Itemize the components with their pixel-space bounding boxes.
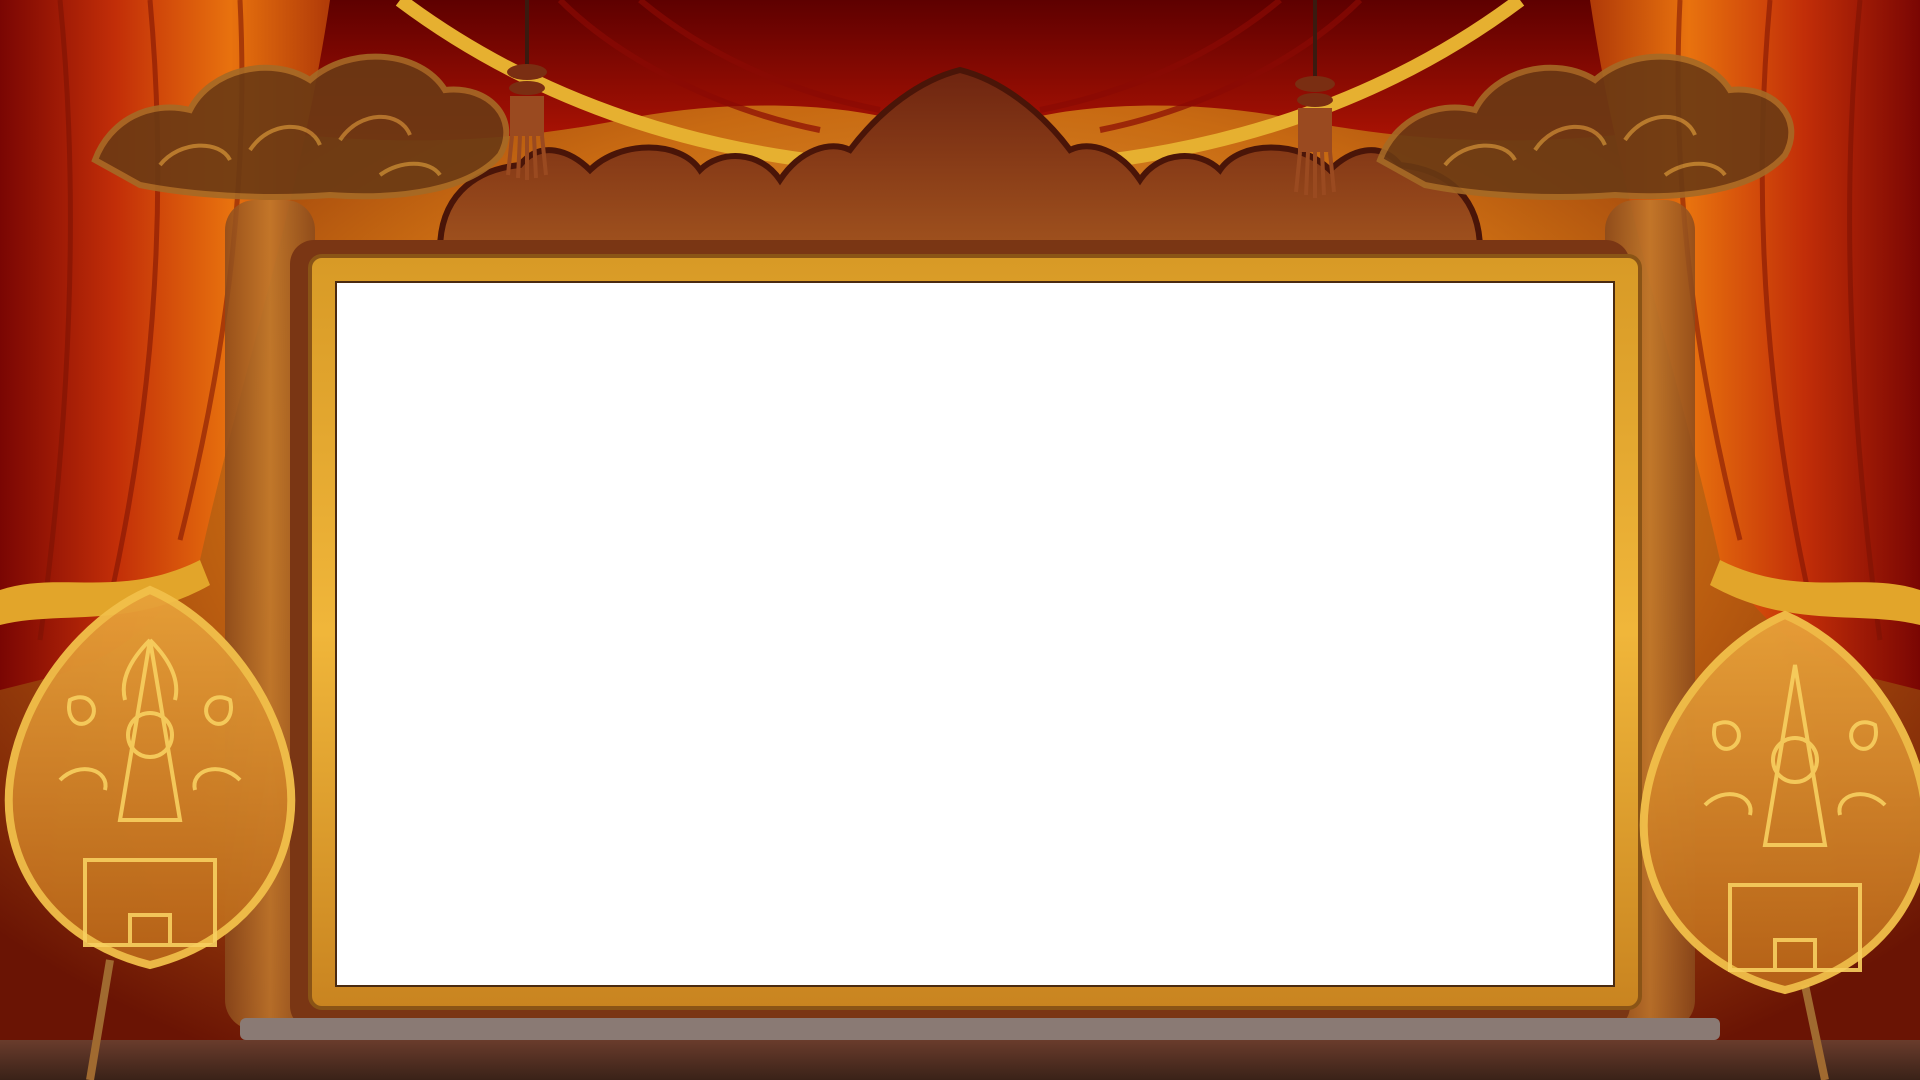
stage-base xyxy=(240,1018,1720,1040)
puppet-screen xyxy=(335,281,1615,987)
stage-floor xyxy=(0,1040,1920,1080)
theater-stage xyxy=(0,0,1920,1080)
